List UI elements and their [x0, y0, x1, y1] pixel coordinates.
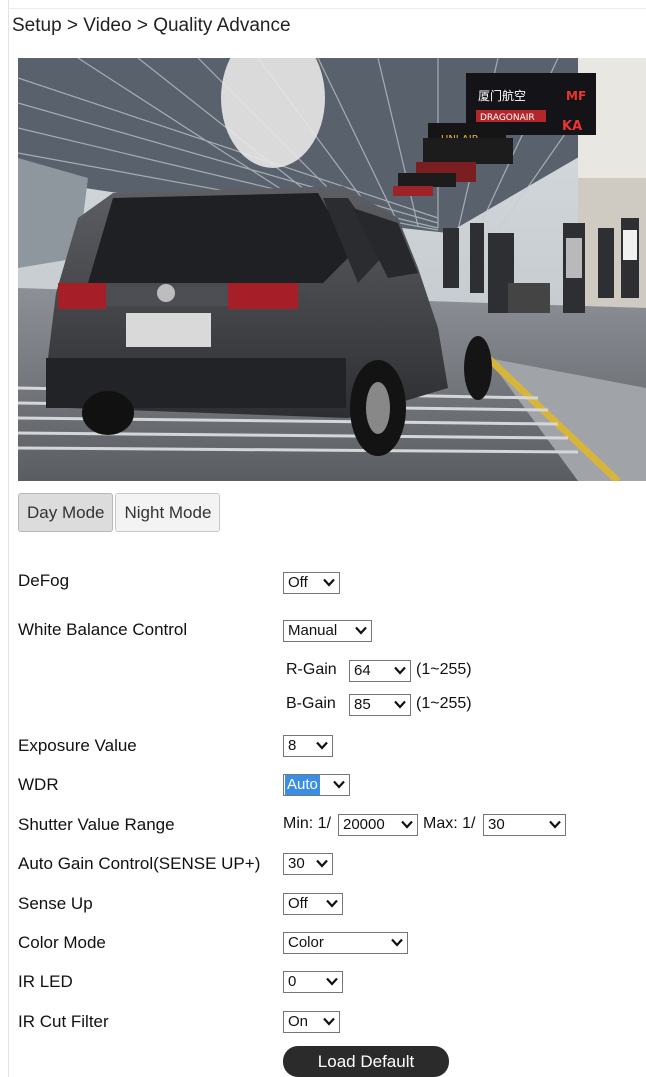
sign-tag-ka: KA [562, 119, 582, 134]
chevron-down-icon [326, 899, 338, 908]
sign-chinese: 厦门航空 [478, 88, 526, 103]
video-preview: 厦门航空 MF DRAGONAIR KA UNI AIR [18, 58, 646, 481]
chevron-down-icon [316, 741, 328, 750]
ir-cut-label: IR Cut Filter [18, 1012, 109, 1031]
white-balance-value: Manual [288, 622, 338, 639]
ir-cut-select[interactable]: On [283, 1011, 340, 1033]
color-mode-value: Color [288, 934, 324, 951]
sense-up-label: Sense Up [18, 894, 93, 913]
r-gain-range: (1~255) [416, 661, 472, 678]
defog-label: DeFog [18, 571, 70, 590]
chevron-down-icon [394, 700, 406, 709]
b-gain-range: (1~255) [416, 695, 472, 712]
b-gain-select[interactable]: 85 [349, 694, 411, 716]
chevron-down-icon [323, 1017, 335, 1026]
defog-value: Off [288, 574, 308, 591]
sense-up-value: Off [288, 895, 308, 912]
wdr-value: Auto [285, 775, 320, 795]
breadcrumb: Setup > Video > Quality Advance [12, 15, 291, 36]
chevron-down-icon [323, 578, 335, 587]
chevron-down-icon [333, 780, 345, 789]
chevron-down-icon [316, 859, 328, 868]
chevron-down-icon [394, 666, 406, 675]
wdr-label: WDR [18, 775, 59, 794]
white-balance-select[interactable]: Manual [283, 620, 372, 642]
tab-day-mode[interactable]: Day Mode [18, 493, 114, 532]
sign-tag-mf: MF [566, 89, 586, 103]
r-gain-value: 64 [354, 662, 371, 679]
r-gain-label: R-Gain [286, 661, 337, 678]
sense-up-select[interactable]: Off [283, 893, 343, 915]
wdr-select[interactable]: Auto [283, 774, 350, 796]
white-balance-label: White Balance Control [18, 620, 188, 639]
defog-select[interactable]: Off [283, 572, 340, 594]
chevron-down-icon [401, 820, 413, 829]
ir-led-label: IR LED [18, 972, 73, 991]
shutter-max-select[interactable]: 30 [483, 814, 566, 836]
ir-cut-value: On [288, 1013, 309, 1030]
shutter-label: Shutter Value Range [18, 815, 175, 834]
chevron-down-icon [355, 626, 367, 635]
r-gain-select[interactable]: 64 [349, 660, 411, 682]
ir-led-value: 0 [288, 973, 297, 990]
mode-tabs: Day Mode Night Mode [18, 493, 221, 532]
tab-night-mode[interactable]: Night Mode [115, 493, 221, 532]
agc-value: 30 [288, 855, 305, 872]
shutter-max-value: 30 [488, 816, 505, 833]
agc-select[interactable]: 30 [283, 853, 333, 875]
chevron-down-icon [549, 820, 561, 829]
load-default-button[interactable]: Load Default [283, 1046, 449, 1077]
color-mode-select[interactable]: Color [283, 932, 408, 954]
chevron-down-icon [391, 938, 403, 947]
agc-label: Auto Gain Control(SENSE UP+) [18, 854, 261, 873]
sign-dragonair: DRAGONAIR [480, 113, 535, 123]
top-border [8, 8, 646, 9]
color-mode-label: Color Mode [18, 933, 106, 952]
shutter-min-select[interactable]: 20000 [338, 814, 418, 836]
chevron-down-icon [326, 977, 338, 986]
b-gain-label: B-Gain [286, 695, 336, 712]
b-gain-value: 85 [354, 696, 371, 713]
left-border [8, 0, 9, 1077]
shutter-min-value: 20000 [343, 816, 385, 833]
exposure-value: 8 [288, 737, 297, 754]
exposure-label: Exposure Value [18, 736, 137, 755]
shutter-max-label: Max: 1/ [423, 815, 476, 832]
exposure-select[interactable]: 8 [283, 735, 333, 757]
ir-led-select[interactable]: 0 [283, 971, 343, 993]
shutter-min-label: Min: 1/ [283, 815, 332, 832]
